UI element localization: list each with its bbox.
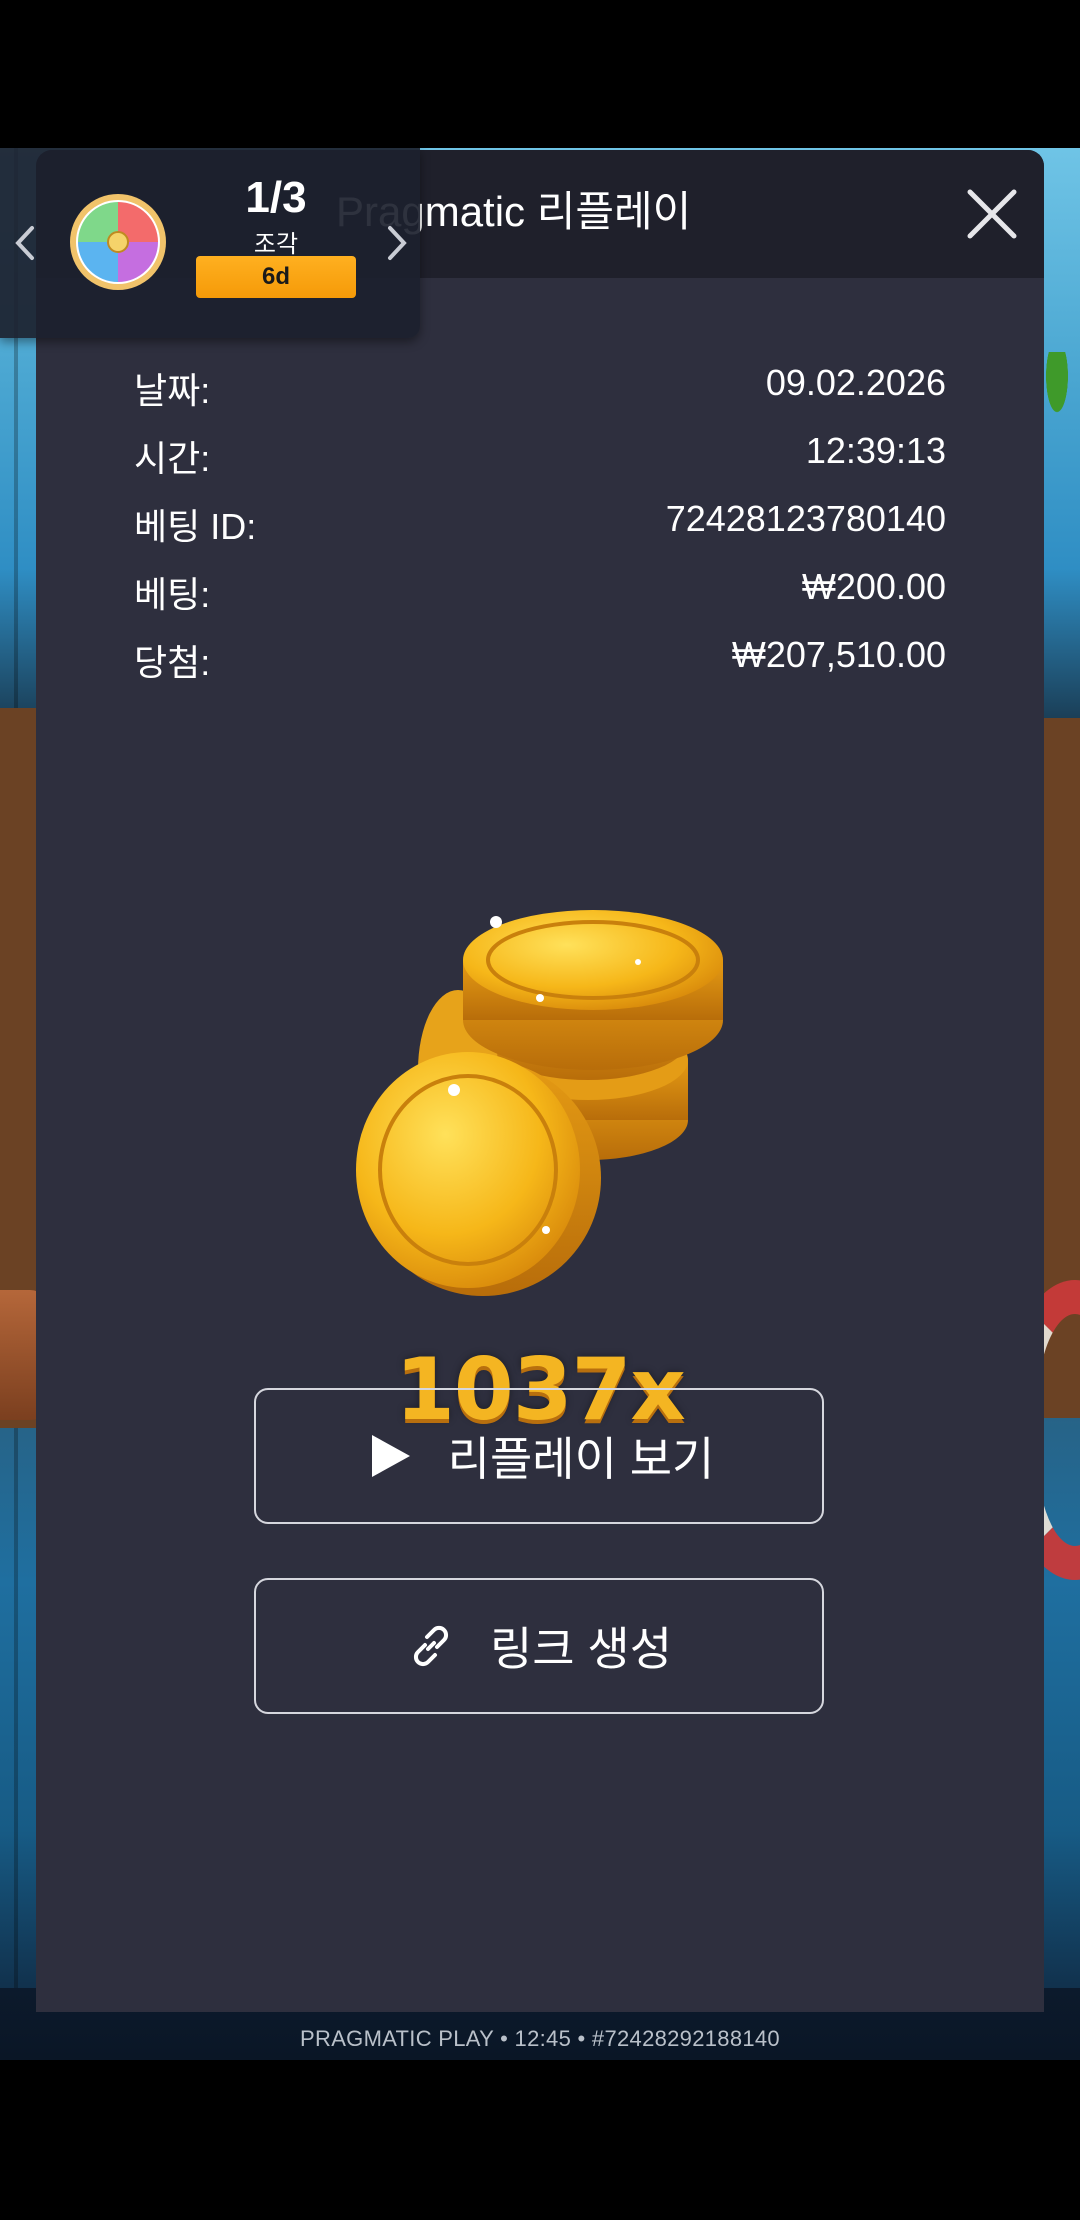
create-link-label: 링크 생성 <box>489 1623 673 1675</box>
detail-value: 12:39:13 <box>805 430 946 471</box>
detail-value: 72428123780140 <box>665 498 946 539</box>
pieces-label: 조각 <box>253 231 299 258</box>
pieces-count: 1/3 <box>245 173 307 222</box>
prize-wheel-icon <box>70 194 166 290</box>
time-remaining-badge: 6d <box>196 256 356 298</box>
detail-label: 날짜: <box>134 370 211 411</box>
screen: PRAGMATIC PLAY • 12:45 • #72428292188140… <box>0 0 1080 2220</box>
detail-label: 당첨: <box>134 642 211 683</box>
gold-coins-icon <box>356 910 723 1296</box>
chevron-right-icon[interactable] <box>384 220 410 266</box>
palm-tree-decoration <box>1040 352 1074 432</box>
close-icon <box>967 189 1017 239</box>
game-footer-info: PRAGMATIC PLAY • 12:45 • #72428292188140 <box>300 2026 780 2051</box>
detail-label: 베팅: <box>134 574 211 615</box>
chevron-left-icon[interactable] <box>12 220 38 266</box>
prize-pieces-widget[interactable]: 1/3 조각 6d <box>0 148 420 338</box>
detail-row-win: 당첨: ₩207,510.00 <box>134 634 946 684</box>
detail-row-date: 날짜: 09.02.2026 <box>134 362 946 412</box>
play-icon <box>371 1435 410 1477</box>
watch-replay-label: 리플레이 보기 <box>447 1433 715 1485</box>
create-link-button[interactable]: 링크 생성 <box>254 1578 824 1714</box>
detail-row-bet-id: 베팅 ID: 72428123780140 <box>134 498 946 548</box>
detail-value: ₩207,510.00 <box>731 634 946 675</box>
replay-modal: Pragmatic 리플레이 날짜: 09.02.2026 시간: 12:39:… <box>36 150 1044 2012</box>
game-reel-frame-right <box>1040 148 1080 2060</box>
detail-row-bet: 베팅: ₩200.00 <box>134 566 946 616</box>
detail-value: 09.02.2026 <box>765 362 946 403</box>
link-icon <box>413 1625 449 1667</box>
game-reel-frame-left <box>0 148 40 2060</box>
detail-value: ₩200.00 <box>801 566 946 607</box>
detail-label: 베팅 ID: <box>134 506 257 547</box>
close-button[interactable] <box>962 184 1022 244</box>
detail-row-time: 시간: 12:39:13 <box>134 430 946 480</box>
detail-label: 시간: <box>134 438 211 479</box>
watch-replay-button[interactable]: 리플레이 보기 <box>254 1388 824 1524</box>
